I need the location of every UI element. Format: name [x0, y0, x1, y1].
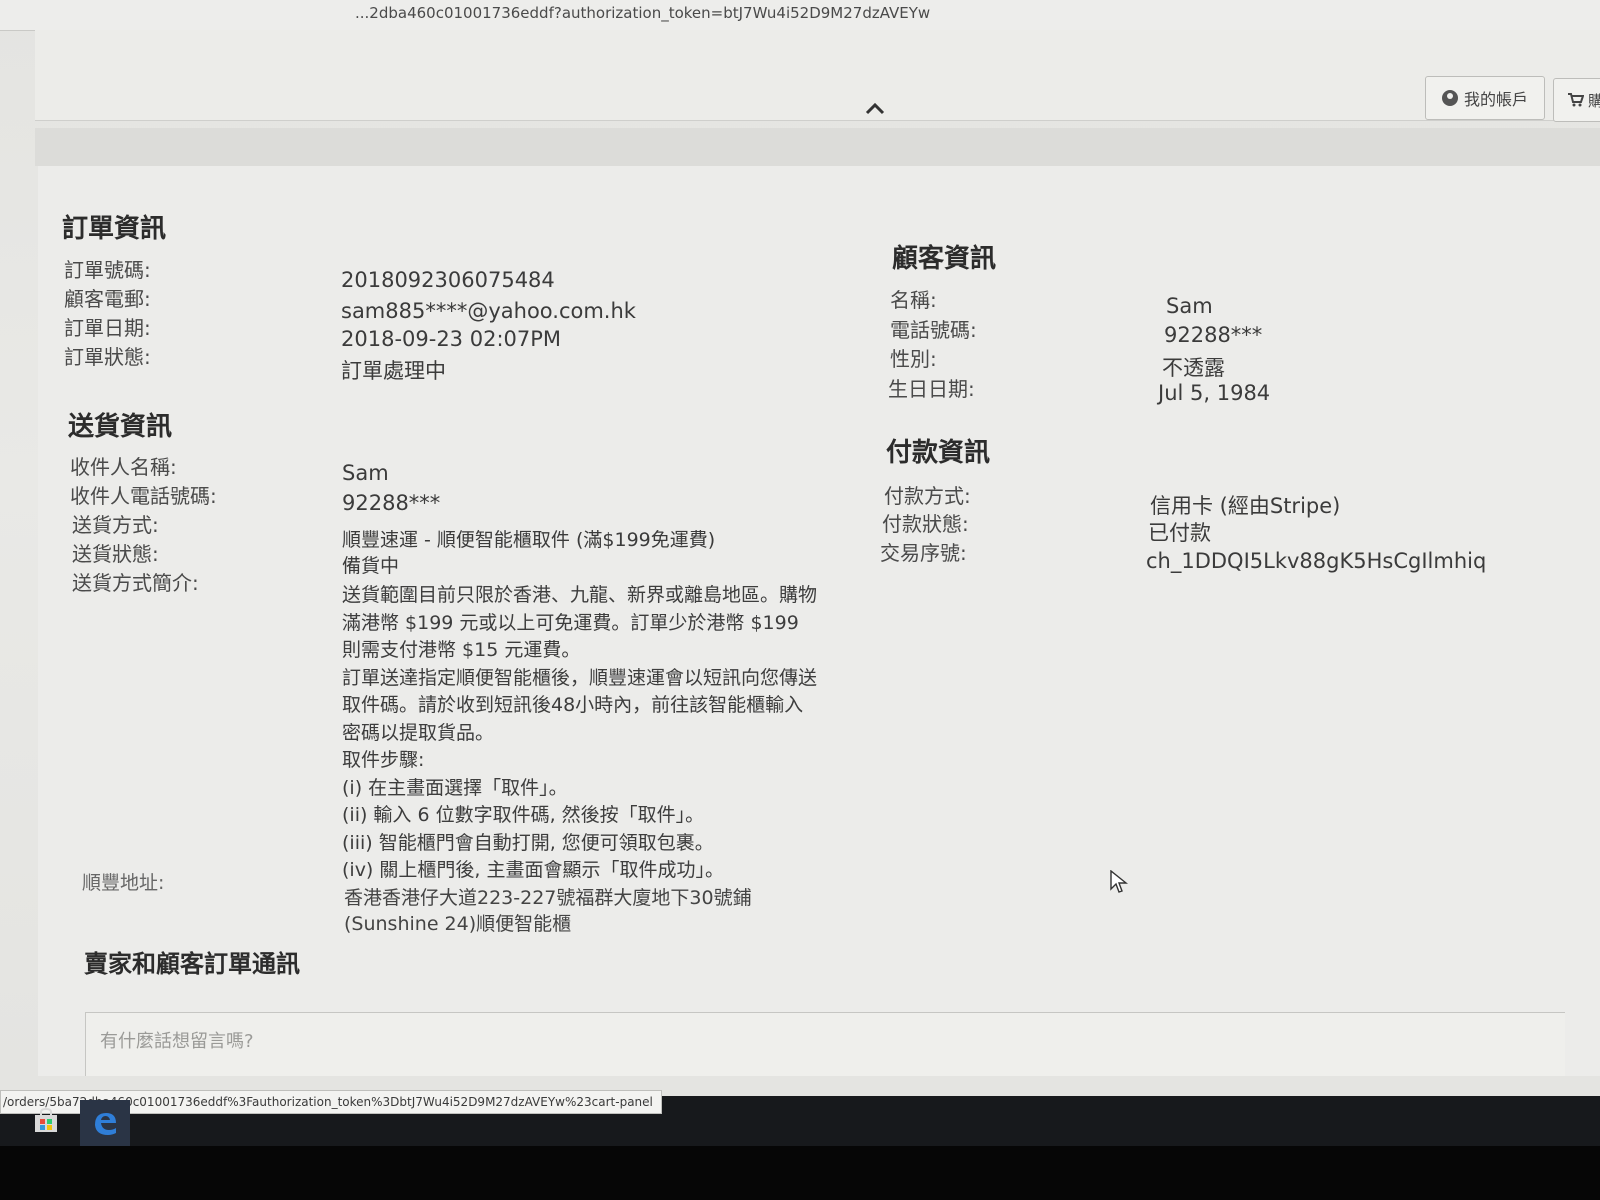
order-date-label: 訂單日期:	[64, 316, 151, 340]
customer-email-value: sam885****@yahoo.com.hk	[341, 299, 636, 323]
customer-birthday-value: Jul 5, 1984	[1158, 381, 1271, 405]
order-date-value: 2018-09-23 02:07PM	[341, 327, 562, 351]
order-status-value: 訂單處理中	[341, 359, 446, 383]
page-header	[35, 30, 1600, 121]
order-number-value: 2018092306075484	[341, 268, 555, 292]
customer-gender-value: 不透露	[1162, 356, 1225, 380]
payment-status-value: 已付款	[1148, 521, 1211, 545]
order-info-heading: 訂單資訊	[62, 214, 167, 244]
customer-gender-label: 性別:	[890, 347, 937, 371]
taskbar-browser-button[interactable]	[80, 1100, 130, 1146]
mouse-cursor-icon	[1110, 870, 1128, 893]
delivery-status-value: 備貨中	[342, 555, 400, 577]
recipient-phone-label: 收件人電話號碼:	[70, 484, 217, 508]
address-bar[interactable]: ...2dba460c01001736eddf?authorization_to…	[0, 0, 1600, 31]
my-account-label: 我的帳戶	[1463, 90, 1528, 109]
customer-info-heading: 顧客資訊	[892, 244, 997, 274]
section-divider	[35, 128, 1600, 166]
delivery-intro-text: 送貨範圍目前只限於香港、九龍、新界或離島地區。購物滿港幣 $199 元或以上可免…	[342, 582, 822, 885]
recipient-name-label: 收件人名稱:	[70, 455, 177, 479]
delivery-status-label: 送貨狀態:	[72, 542, 159, 566]
transaction-id-value: ch_1DDQI5Lkv88gK5HsCgIlmhiq	[1146, 549, 1487, 573]
pickup-step: (iv) 關上櫃門後, 主畫面會顯示「取件成功」。	[342, 859, 724, 881]
user-circle-icon	[1441, 90, 1458, 106]
delivery-method-value: 順豐速運 - 順便智能櫃取件 (滿$199免運費)	[342, 529, 716, 551]
message-input[interactable]	[98, 1025, 802, 1057]
cart-icon	[1568, 93, 1584, 107]
store-icon[interactable]	[32, 1108, 60, 1134]
pickup-step: (iii) 智能櫃門會自動打開, 您便可領取包裹。	[342, 831, 714, 854]
delivery-intro-paragraph: 訂單送達指定順便智能櫃後，順豐速運會以短訊向您傳送取件碼。請於收到短訊後48小時…	[342, 666, 818, 744]
pickup-step: (ii) 輸入 6 位數字取件碼, 然後按「取件」。	[342, 804, 705, 826]
my-account-button[interactable]: 我的帳戶	[1425, 76, 1545, 120]
customer-phone-label: 電話號碼:	[890, 318, 977, 342]
recipient-name-value: Sam	[342, 461, 389, 485]
chevron-up-icon[interactable]	[862, 96, 888, 122]
customer-name-label: 名稱:	[890, 288, 937, 312]
cart-button[interactable]: 購	[1553, 78, 1600, 122]
monitor-bezel	[0, 1146, 1600, 1200]
address-bar-url[interactable]: ...2dba460c01001736eddf?authorization_to…	[355, 4, 930, 22]
customer-name-value: Sam	[1166, 294, 1213, 318]
order-number-label: 訂單號碼:	[64, 258, 151, 282]
delivery-intro-paragraph: 送貨範圍目前只限於香港、九龍、新界或離島地區。購物滿港幣 $199 元或以上可免…	[342, 584, 818, 661]
customer-email-label: 顧客電郵:	[64, 287, 151, 311]
delivery-intro-label: 送貨方式簡介:	[72, 571, 199, 595]
payment-method-value: 信用卡 (經由Stripe)	[1150, 494, 1341, 518]
recipient-phone-value: 92288***	[342, 491, 441, 515]
payment-status-label: 付款狀態:	[882, 512, 969, 536]
pickup-steps-title: 取件步驟:	[342, 749, 425, 771]
transaction-id-label: 交易序號:	[880, 541, 967, 565]
pickup-step: (i) 在主畫面選擇「取件」。	[342, 776, 568, 799]
customer-birthday-label: 生日日期:	[888, 377, 975, 401]
payment-method-label: 付款方式:	[884, 484, 971, 508]
sf-address-label: 順豐地址:	[82, 872, 165, 894]
delivery-info-heading: 送貨資訊	[68, 412, 173, 442]
payment-info-heading: 付款資訊	[886, 438, 991, 468]
edge-browser-icon	[95, 1113, 116, 1135]
screen: ...2dba460c01001736eddf?authorization_to…	[0, 0, 1600, 1200]
message-box	[85, 1012, 1565, 1076]
customer-phone-value: 92288***	[1164, 323, 1263, 347]
sf-address-value: 香港香港仔大道223-227號福群大廈地下30號鋪(Sunshine 24)順便…	[344, 887, 752, 935]
delivery-method-label: 送貨方式:	[72, 513, 159, 537]
cart-label: 購	[1588, 91, 1600, 110]
order-messages-heading: 賣家和顧客訂單通訊	[84, 950, 300, 978]
order-status-label: 訂單狀態:	[64, 345, 151, 369]
